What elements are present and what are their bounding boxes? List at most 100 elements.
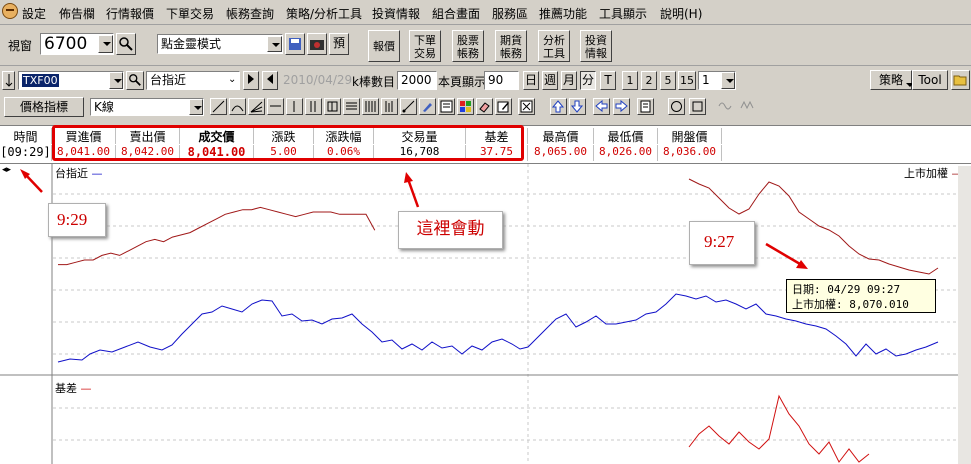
menu-order[interactable]: 下單交易: [166, 5, 214, 22]
draw-rect-button[interactable]: [689, 98, 706, 115]
arrow-down-button[interactable]: [569, 98, 586, 115]
period-week-button[interactable]: 週: [542, 71, 558, 90]
document-icon: [640, 100, 651, 113]
minute-15-button[interactable]: 15: [678, 71, 696, 90]
basis-series-label: 基差 —: [55, 382, 92, 395]
period-day-button[interactable]: 日: [523, 71, 539, 90]
draw-fibonacci-button[interactable]: [343, 98, 360, 115]
draw-arc-button[interactable]: [229, 98, 246, 115]
investment-info-button[interactable]: 投資 情報: [580, 30, 612, 62]
color-palette-button[interactable]: [457, 98, 474, 115]
quote-button[interactable]: 報價: [368, 30, 400, 62]
symbol-toolbar: TXF00 台指近 ⌄ 2010/04/29 k棒數目 2000 本頁顯示 90…: [0, 68, 971, 94]
delete-drawing-button[interactable]: [518, 98, 535, 115]
eraser-button[interactable]: [476, 98, 493, 115]
quote-table: 時間 買進價 賣出價 成交價 漲跌 漲跌幅 交易量 基差 最高價 最低價 開盤價…: [0, 125, 971, 164]
arc-icon: [231, 105, 244, 112]
note-edit-icon: [497, 101, 509, 113]
menu-investment[interactable]: 投資情報: [372, 5, 420, 22]
wave-icon: [718, 102, 732, 110]
stock-account-button[interactable]: 股票 帳務: [452, 30, 484, 62]
symbol-search-button[interactable]: [126, 71, 144, 90]
arrow-up-button[interactable]: [550, 98, 567, 115]
wave-tool-button[interactable]: [717, 98, 734, 115]
draw-timezone-button[interactable]: [362, 98, 379, 115]
app-face-icon[interactable]: [2, 3, 18, 19]
symbol-name-field[interactable]: 台指近: [146, 71, 240, 90]
menu-help[interactable]: 說明(H): [660, 5, 702, 22]
edit-note-button[interactable]: [495, 98, 512, 115]
minute-5-button[interactable]: 5: [660, 71, 676, 90]
page-count-input[interactable]: 90: [484, 71, 519, 90]
preview-button[interactable]: 預: [329, 33, 349, 55]
menu-service[interactable]: 服務區: [492, 5, 528, 22]
symbol-dropdown[interactable]: [109, 72, 123, 89]
folder-icon: [953, 75, 967, 86]
chart-type-select[interactable]: K線: [90, 98, 204, 116]
minute-2-button[interactable]: 2: [641, 71, 657, 90]
rectangle-icon: [692, 101, 703, 112]
analysis-tools-button[interactable]: 分析 工具: [538, 30, 570, 62]
menu-tools-display[interactable]: 工具顯示: [599, 5, 647, 22]
futures-account-button[interactable]: 期貨 帳務: [495, 30, 527, 62]
scroll-indicator-button[interactable]: [2, 71, 15, 90]
draw-trend-button[interactable]: [400, 98, 417, 115]
arrow-left-button[interactable]: [593, 98, 610, 115]
menu-strategy[interactable]: 策略/分析工具: [286, 5, 362, 22]
draw-pen-button[interactable]: [419, 98, 436, 115]
strategy-dropdown-arrow[interactable]: [902, 77, 914, 87]
mode-select-dropdown[interactable]: [267, 36, 282, 52]
tooltip-date: 日期: 04/29 09:27: [792, 283, 901, 296]
draw-vline-button[interactable]: [286, 98, 303, 115]
channel-icon: [327, 101, 338, 112]
chart-type-dropdown[interactable]: [189, 99, 203, 115]
draw-text-button[interactable]: [438, 98, 455, 115]
period-month-button[interactable]: 月: [561, 71, 577, 90]
time-header: 時間: [0, 128, 52, 144]
open-value: 8,036.00: [658, 145, 722, 161]
menu-recommend[interactable]: 推薦功能: [539, 5, 587, 22]
magnifier-icon: [119, 37, 133, 51]
pointer-arrow-middle: [404, 172, 420, 208]
kbar-count-input[interactable]: 2000: [397, 71, 437, 90]
minute-1-button[interactable]: 1: [622, 71, 638, 90]
volume-header: 交易量: [374, 128, 466, 144]
ask-header: 賣出價: [116, 128, 180, 144]
window-number-dropdown[interactable]: [98, 35, 113, 53]
order-button[interactable]: 下單 交易: [409, 30, 441, 62]
note-button[interactable]: [637, 98, 654, 115]
next-bar-button[interactable]: [243, 71, 259, 90]
collapse-arrows-icon[interactable]: ◂▸: [2, 165, 11, 175]
wave-tool2-button[interactable]: [739, 98, 756, 115]
draw-parallel-button[interactable]: [305, 98, 322, 115]
period-tick-button[interactable]: T: [600, 71, 616, 90]
draw-fan-button[interactable]: [248, 98, 265, 115]
draw-circle-button[interactable]: [668, 98, 685, 115]
camera-button[interactable]: [307, 33, 327, 55]
mode-select[interactable]: 點金靈模式: [157, 34, 283, 54]
menu-quotes[interactable]: 行情報價: [106, 5, 154, 22]
open-folder-button[interactable]: [951, 70, 970, 90]
tool-button[interactable]: Tool: [912, 70, 948, 90]
arrow-right-button[interactable]: [613, 98, 630, 115]
menu-account[interactable]: 帳務查詢: [226, 5, 274, 22]
indicator-button[interactable]: 價格指標: [4, 97, 84, 117]
prev-bar-button[interactable]: [262, 71, 278, 90]
low-header: 最低價: [594, 128, 658, 144]
minute-value-dropdown[interactable]: [721, 72, 735, 89]
period-minute-button[interactable]: 分: [580, 71, 596, 90]
search-button[interactable]: [116, 33, 136, 55]
draw-channel-button[interactable]: [324, 98, 341, 115]
draw-line-button[interactable]: [210, 98, 227, 115]
play-left-icon: [267, 74, 273, 84]
menu-combo[interactable]: 組合畫面: [432, 5, 480, 22]
save-layout-button[interactable]: [285, 33, 305, 55]
chart-scrollbar[interactable]: [958, 166, 971, 464]
fan-lines-icon: [250, 101, 263, 113]
menu-settings[interactable]: 設定: [22, 5, 46, 22]
palette-icon: [460, 101, 471, 112]
draw-hline-button[interactable]: [267, 98, 284, 115]
menu-bulletin[interactable]: 佈告欄: [59, 5, 95, 22]
time-zones-icon: [365, 101, 376, 112]
draw-bars-button[interactable]: [381, 98, 398, 115]
